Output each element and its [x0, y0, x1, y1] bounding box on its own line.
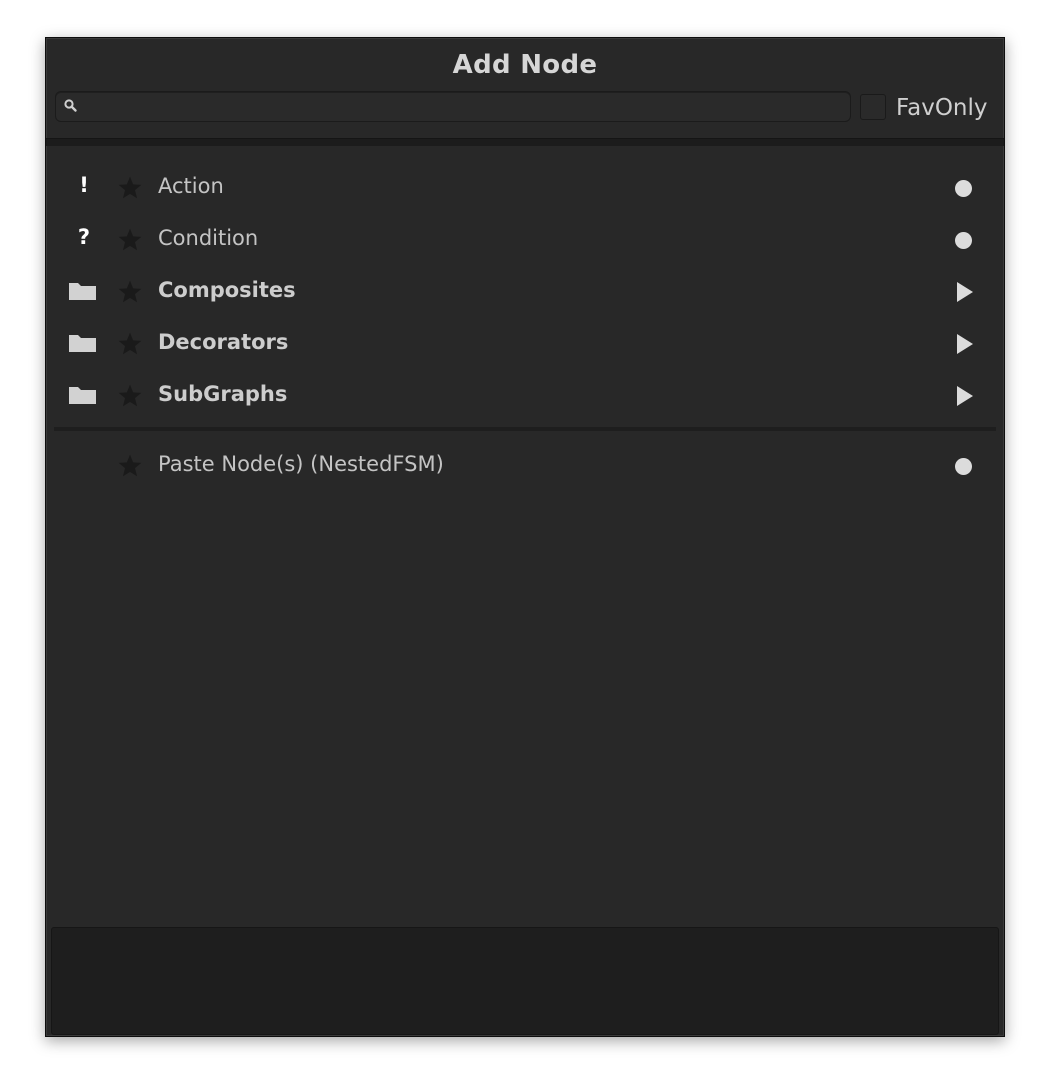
list-item-label: Composites — [158, 278, 296, 302]
leaf-indicator-icon — [955, 180, 972, 197]
favorite-star-icon[interactable] — [117, 279, 143, 305]
search-field[interactable] — [55, 91, 851, 122]
list-item-label: SubGraphs — [158, 382, 288, 406]
leaf-indicator-icon — [955, 458, 972, 475]
list-separator — [54, 427, 996, 431]
favorite-star-icon[interactable] — [117, 383, 143, 409]
header-divider — [46, 138, 1004, 146]
add-node-window: Add Node FavOnly ! Action ? Condition Co… — [45, 37, 1005, 1037]
list-item-action[interactable]: ! Action — [46, 162, 1004, 214]
expand-arrow-icon — [957, 334, 973, 354]
node-list: ! Action ? Condition Composites Decorato… — [46, 162, 1004, 492]
fav-only-checkbox[interactable] — [860, 94, 886, 120]
exclamation-icon: ! — [79, 173, 89, 197]
list-item-condition[interactable]: ? Condition — [46, 214, 1004, 266]
list-item-paste-nodes[interactable]: Paste Node(s) (NestedFSM) — [46, 440, 1004, 492]
window-title: Add Node — [452, 50, 598, 80]
expand-arrow-icon — [957, 386, 973, 406]
fav-only-label[interactable]: FavOnly — [896, 95, 988, 121]
favorite-star-icon[interactable] — [117, 453, 143, 479]
expand-arrow-icon — [957, 282, 973, 302]
list-item-decorators[interactable]: Decorators — [46, 318, 1004, 370]
list-item-label: Action — [158, 174, 224, 198]
favorite-star-icon[interactable] — [117, 331, 143, 357]
favorite-star-icon[interactable] — [117, 175, 143, 201]
folder-icon — [69, 283, 96, 300]
search-input[interactable] — [84, 94, 844, 121]
list-item-composites[interactable]: Composites — [46, 266, 1004, 318]
folder-icon — [69, 335, 96, 352]
list-item-label: Condition — [158, 226, 259, 250]
folder-icon — [69, 387, 96, 404]
leaf-indicator-icon — [955, 232, 972, 249]
question-icon: ? — [77, 225, 91, 249]
search-icon — [64, 99, 77, 112]
list-item-label: Paste Node(s) (NestedFSM) — [158, 452, 444, 476]
favorite-star-icon[interactable] — [117, 227, 143, 253]
list-item-label: Decorators — [158, 330, 289, 354]
list-item-subgraphs[interactable]: SubGraphs — [46, 370, 1004, 422]
help-panel — [51, 927, 999, 1035]
